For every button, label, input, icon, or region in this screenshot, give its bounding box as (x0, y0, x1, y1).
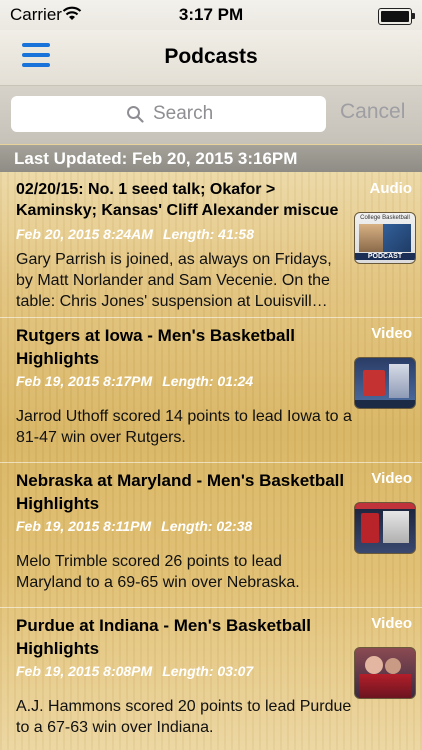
last-updated-label: Last Updated: Feb 20, 2015 3:16PM (14, 149, 298, 168)
navigation-bar: Podcasts (0, 30, 422, 86)
search-icon (127, 106, 144, 123)
item-length: Length: 41:58 (162, 226, 254, 242)
item-meta: Feb 20, 2015 8:24AM Length: 41:58 (16, 226, 254, 242)
item-meta: Feb 19, 2015 8:17PM Length: 01:24 (16, 373, 253, 389)
item-date: Feb 19, 2015 8:08PM (16, 663, 153, 679)
item-type-label: Video (371, 615, 412, 632)
list-item[interactable]: Rutgers at Iowa - Men's Basketball Highl… (0, 317, 422, 463)
item-title: Purdue at Indiana - Men's Basketball Hig… (16, 616, 312, 658)
thumbnail-caption: College Basketball (360, 215, 410, 221)
video-thumbnail[interactable] (354, 647, 416, 699)
item-title: 02/20/15: No. 1 seed talk; Okafor > Kami… (16, 181, 339, 219)
video-thumbnail[interactable] (354, 502, 416, 554)
podcast-thumbnail[interactable]: College Basketball PODCAST (354, 212, 416, 264)
item-type-label: Video (371, 470, 412, 487)
item-date: Feb 20, 2015 8:24AM (16, 226, 153, 242)
item-length: Length: 03:07 (162, 663, 254, 679)
item-meta: Feb 19, 2015 8:11PM Length: 02:38 (16, 518, 252, 534)
item-meta: Feb 19, 2015 8:08PM Length: 03:07 (16, 663, 253, 679)
item-title: Nebraska at Maryland - Men's Basketball … (16, 471, 345, 513)
list-item[interactable]: Purdue at Indiana - Men's Basketball Hig… (0, 607, 422, 750)
search-bar: Search Cancel (0, 86, 422, 144)
battery-icon (378, 8, 415, 25)
item-length: Length: 01:24 (162, 373, 254, 389)
item-type-label: Video (371, 325, 412, 342)
item-description: Melo Trimble scored 26 points to lead Ma… (16, 553, 300, 591)
podcast-list[interactable]: 02/20/15: No. 1 seed talk; Okafor > Kami… (0, 172, 422, 750)
thumbnail-label: PODCAST (355, 253, 415, 260)
video-thumbnail[interactable] (354, 357, 416, 409)
item-type-label: Audio (369, 180, 413, 197)
status-bar: Carrier 3:17 PM (0, 0, 422, 30)
search-placeholder: Search (153, 103, 214, 124)
item-title: Rutgers at Iowa - Men's Basketball Highl… (16, 326, 295, 368)
page-title: Podcasts (164, 45, 258, 68)
item-description: Jarrod Uthoff scored 14 points to lead I… (16, 408, 352, 446)
item-length: Length: 02:38 (161, 518, 253, 534)
search-input[interactable]: Search (11, 96, 326, 132)
item-date: Feb 19, 2015 8:11PM (16, 518, 152, 534)
clock: 3:17 PM (178, 5, 244, 24)
list-item[interactable]: Nebraska at Maryland - Men's Basketball … (0, 462, 422, 608)
item-date: Feb 19, 2015 8:17PM (16, 373, 153, 389)
item-description: A.J. Hammons scored 20 points to lead Pu… (16, 698, 352, 736)
list-item[interactable]: 02/20/15: No. 1 seed talk; Okafor > Kami… (0, 172, 422, 318)
item-description: Gary Parrish is joined, as always on Fri… (16, 251, 332, 310)
last-updated-header: Last Updated: Feb 20, 2015 3:16PM (0, 145, 422, 172)
cancel-button[interactable]: Cancel (340, 100, 405, 124)
